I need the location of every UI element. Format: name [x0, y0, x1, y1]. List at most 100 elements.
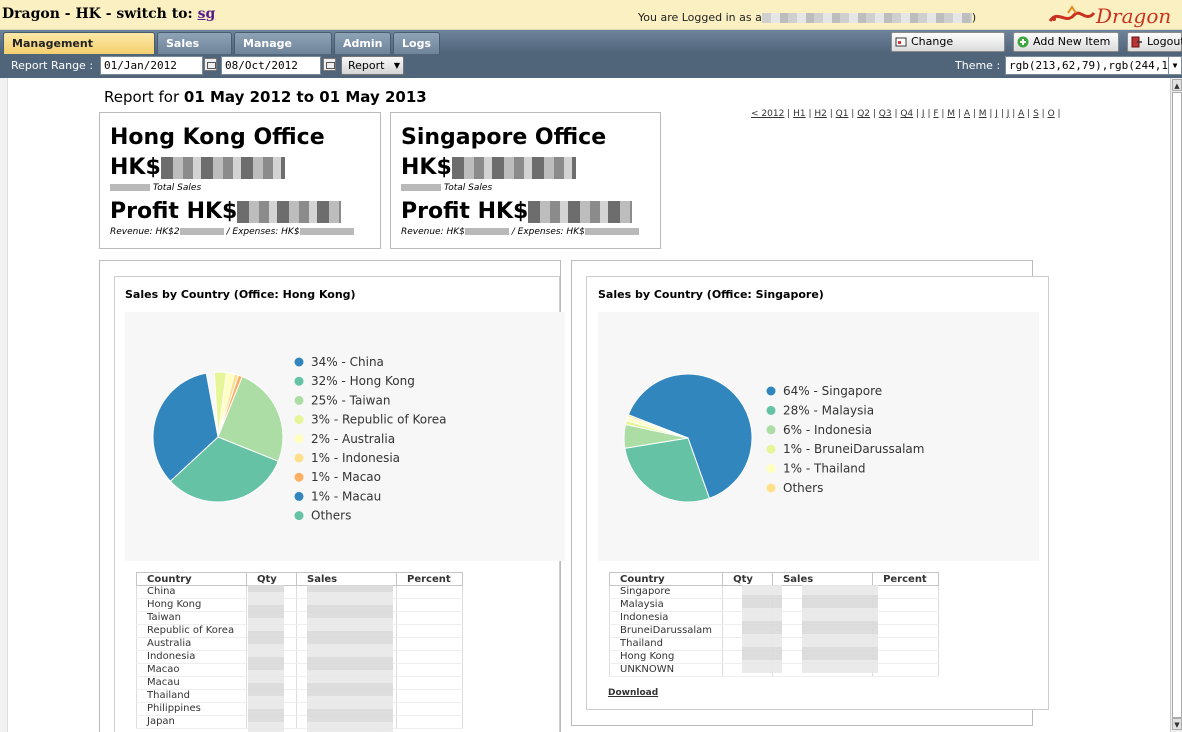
- app-title-text: Dragon - HK - switch to:: [2, 6, 193, 22]
- column-header[interactable]: Percent: [872, 572, 940, 586]
- legend-label: 1% - Thailand: [783, 462, 866, 476]
- tab-admin[interactable]: Admin: [334, 32, 391, 54]
- column-header[interactable]: Sales: [296, 572, 397, 586]
- report-title-prefix: Report for: [104, 88, 180, 106]
- redacted-amount: [528, 201, 633, 223]
- period-separator: |: [870, 109, 879, 119]
- scroll-thumb[interactable]: [1172, 92, 1182, 718]
- tab-logs[interactable]: Logs: [393, 32, 440, 54]
- column-header[interactable]: Percent: [396, 572, 463, 586]
- legend-swatch: [294, 376, 304, 386]
- country-cell: Malaysia: [608, 598, 724, 612]
- period-link[interactable]: H2: [814, 109, 827, 119]
- period-link[interactable]: M: [979, 109, 987, 119]
- value-cell: [872, 585, 940, 599]
- tab-sales-hk[interactable]: Sales (HK): [157, 32, 232, 71]
- period-separator: |: [1038, 109, 1048, 119]
- sales-table-hong-kong: Country Qty Sales Percent China Hong Kong Taiw…: [136, 572, 463, 729]
- pie-chart-hong-kong: 34% - China 32% - Hong Kong 25% - Taiwan 3%…: [152, 355, 447, 523]
- redacted-column: [802, 585, 878, 673]
- revenue-expenses: Revenue: HK$ / Expenses: HK$: [401, 227, 639, 237]
- download-link[interactable]: Download: [608, 688, 658, 698]
- period-separator: |: [970, 109, 979, 119]
- period-link[interactable]: Q4: [900, 109, 913, 119]
- value-cell: [872, 663, 940, 677]
- value-cell: [872, 650, 940, 664]
- scroll-up-icon[interactable]: ▲: [1172, 79, 1182, 91]
- value-cell: [396, 637, 463, 651]
- legend-swatch: [294, 415, 304, 425]
- logo-text: Dragon: [1096, 4, 1172, 28]
- profit-amount: Profit HK$: [401, 199, 633, 224]
- login-text: You are Logged in as a: [638, 11, 762, 24]
- value-cell: [396, 624, 463, 638]
- legend-swatch: [294, 453, 304, 463]
- legend-label: 34% - China: [311, 355, 384, 369]
- logout-button[interactable]: Logout: [1127, 32, 1182, 52]
- to-date-input[interactable]: 08/Oct/2012: [221, 56, 321, 75]
- chevron-down-icon: ▼: [393, 61, 400, 70]
- legend-label: 1% - Indonesia: [311, 451, 400, 465]
- column-header[interactable]: Country: [608, 572, 724, 586]
- tab-manage-xtuple[interactable]: Manage Xtuple: [234, 32, 332, 71]
- theme-select[interactable]: rgb(213,62,79),rgb(244,109,67): [1005, 56, 1170, 75]
- period-link[interactable]: Q2: [857, 109, 870, 119]
- chevron-down-icon[interactable]: ▼: [1168, 56, 1182, 75]
- country-cell: Australia: [136, 637, 247, 651]
- table-row: Hong Kong: [136, 598, 463, 612]
- legend-swatch: [294, 357, 304, 367]
- report-title: Report for 01 May 2012 to 01 May 2013: [104, 88, 427, 106]
- vertical-scrollbar[interactable]: ▲ ▼: [1170, 78, 1182, 732]
- period-separator: |: [1024, 109, 1034, 119]
- legend-swatch: [766, 464, 776, 474]
- column-header[interactable]: Country: [136, 572, 247, 586]
- value-cell: [396, 689, 463, 703]
- calendar-icon[interactable]: [323, 58, 336, 71]
- period-link[interactable]: M: [947, 109, 955, 119]
- period-link[interactable]: O: [1048, 109, 1055, 119]
- total-sales-amount: HK$: [401, 155, 576, 180]
- main-nav: Management Dashboard Sales (HK) Manage X…: [0, 30, 1182, 71]
- tab-management-dashboard[interactable]: Management Dashboard: [3, 32, 155, 71]
- login-suffix: ): [971, 11, 977, 24]
- from-date-input[interactable]: 01/Jan/2012: [100, 56, 203, 75]
- revenue-label: Revenue: HK$2: [110, 227, 180, 237]
- column-header[interactable]: Qty: [722, 572, 774, 586]
- redacted-value: [584, 228, 639, 235]
- profit-amount: Profit HK$: [110, 199, 342, 224]
- period-separator: |: [913, 109, 922, 119]
- plus-icon: [1017, 36, 1029, 48]
- period-link[interactable]: Q3: [879, 109, 892, 119]
- period-separator: |: [848, 109, 858, 119]
- country-cell: Indonesia: [608, 611, 724, 625]
- period-link[interactable]: H1: [793, 109, 806, 119]
- legend-swatch: [294, 491, 304, 501]
- chart-title: Sales by Country (Office: Hong Kong): [125, 288, 356, 301]
- add-new-item-button[interactable]: Add New Item ▼: [1013, 32, 1119, 65]
- legend-swatch: [294, 511, 304, 521]
- switch-office-link[interactable]: sg: [198, 6, 216, 22]
- country-cell: Singapore: [608, 585, 724, 599]
- column-header[interactable]: Sales: [772, 572, 874, 586]
- currency-prefix: HK$: [110, 155, 161, 180]
- redacted-amount: [237, 201, 342, 223]
- legend-label: 1% - Macao: [311, 470, 381, 484]
- left-splitter[interactable]: [0, 78, 8, 732]
- country-cell: Macao: [136, 663, 247, 677]
- period-separator: |: [784, 109, 794, 119]
- logout-icon: [1131, 36, 1142, 48]
- change-password-button[interactable]: Change Password: [891, 32, 1005, 66]
- calendar-icon[interactable]: [204, 58, 217, 71]
- theme-label: Theme :: [955, 59, 1001, 72]
- table-row: Indonesia: [136, 650, 463, 664]
- report-button[interactable]: Report ▼: [341, 56, 404, 75]
- value-cell: [396, 598, 463, 612]
- dashboard-content: Report for 01 May 2012 to 01 May 2013 < …: [8, 78, 1170, 732]
- period-link[interactable]: Q1: [836, 109, 849, 119]
- redacted-value: [110, 184, 150, 191]
- scroll-down-icon[interactable]: ▼: [1172, 718, 1182, 730]
- total-sales-label: Total Sales: [443, 183, 493, 193]
- column-header[interactable]: Qty: [246, 572, 297, 586]
- app-title: Dragon - HK - switch to: sg: [2, 6, 215, 22]
- period-link[interactable]: < 2012: [751, 109, 784, 119]
